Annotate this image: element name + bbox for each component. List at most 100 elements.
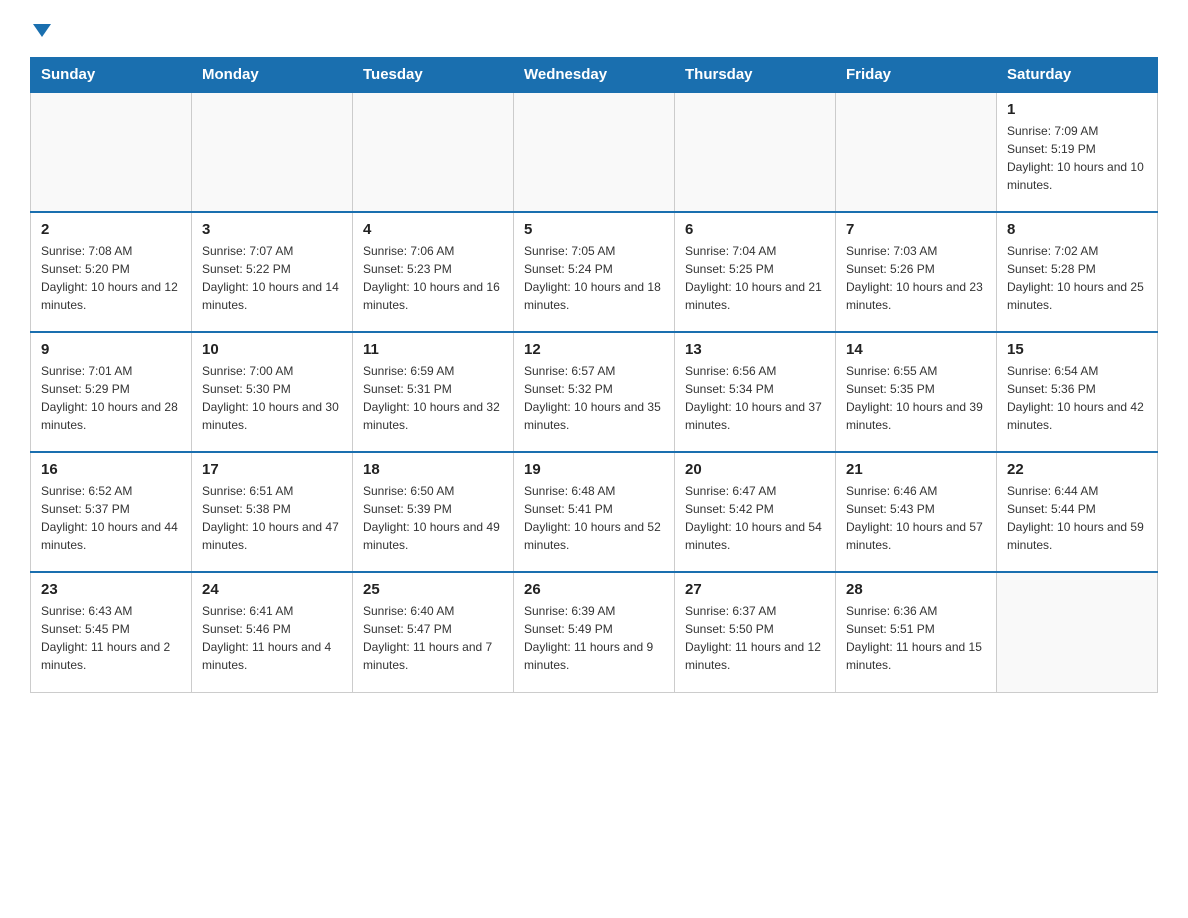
calendar-day: 11Sunrise: 6:59 AM Sunset: 5:31 PM Dayli… bbox=[353, 332, 514, 452]
day-info: Sunrise: 6:55 AM Sunset: 5:35 PM Dayligh… bbox=[846, 362, 986, 434]
day-number: 20 bbox=[685, 461, 825, 478]
calendar-day bbox=[836, 92, 997, 212]
calendar-day: 6Sunrise: 7:04 AM Sunset: 5:25 PM Daylig… bbox=[675, 212, 836, 332]
logo-triangle-icon bbox=[33, 24, 51, 37]
calendar-header-thursday: Thursday bbox=[675, 58, 836, 93]
calendar-header-sunday: Sunday bbox=[31, 58, 192, 93]
day-info: Sunrise: 6:56 AM Sunset: 5:34 PM Dayligh… bbox=[685, 362, 825, 434]
calendar-day: 20 Sunrise: 6:47 AM Sunset: 5:42 PM Dayli… bbox=[675, 452, 836, 572]
day-number: 11 bbox=[363, 341, 503, 358]
calendar-day bbox=[192, 92, 353, 212]
page-header bbox=[30, 20, 1158, 37]
calendar-day: 7 Sunrise: 7:03 AM Sunset: 5:26 PM Daylig… bbox=[836, 212, 997, 332]
calendar-day: 16 Sunrise: 6:52 AM Sunset: 5:37 PM Dayli… bbox=[31, 452, 192, 572]
day-number: 10 bbox=[202, 341, 342, 358]
calendar-day: 27 Sunrise: 6:37 AM Sunset: 5:50 PM Dayli… bbox=[675, 572, 836, 692]
day-number: 28 bbox=[846, 581, 986, 598]
day-number: 15 bbox=[1007, 341, 1147, 358]
day-number: 13 bbox=[685, 341, 825, 358]
calendar-day: 12 Sunrise: 6:57 AM Sunset: 5:32 PM Dayli… bbox=[514, 332, 675, 452]
day-number: 27 bbox=[685, 581, 825, 598]
day-info: Sunrise: 7:09 AM Sunset: 5:19 PM Dayligh… bbox=[1007, 122, 1147, 194]
logo bbox=[30, 20, 51, 37]
calendar-header-saturday: Saturday bbox=[997, 58, 1158, 93]
day-number: 19 bbox=[524, 461, 664, 478]
day-number: 12 bbox=[524, 341, 664, 358]
day-info: Sunrise: 7:03 AM Sunset: 5:26 PM Dayligh… bbox=[846, 242, 986, 314]
day-info: Sunrise: 6:48 AM Sunset: 5:41 PM Dayligh… bbox=[524, 482, 664, 554]
day-number: 23 bbox=[41, 581, 181, 598]
day-number: 22 bbox=[1007, 461, 1147, 478]
calendar-day: 18 Sunrise: 6:50 AM Sunset: 5:39 PM Dayli… bbox=[353, 452, 514, 572]
day-number: 7 bbox=[846, 221, 986, 238]
calendar-day bbox=[675, 92, 836, 212]
calendar-header-wednesday: Wednesday bbox=[514, 58, 675, 93]
calendar-day: 10 Sunrise: 7:00 AM Sunset: 5:30 PM Dayli… bbox=[192, 332, 353, 452]
day-info: Sunrise: 6:52 AM Sunset: 5:37 PM Dayligh… bbox=[41, 482, 181, 554]
calendar-day: 22 Sunrise: 6:44 AM Sunset: 5:44 PM Dayli… bbox=[997, 452, 1158, 572]
day-number: 26 bbox=[524, 581, 664, 598]
calendar-table: SundayMondayTuesdayWednesdayThursdayFrid… bbox=[30, 57, 1158, 693]
day-info: Sunrise: 6:47 AM Sunset: 5:42 PM Dayligh… bbox=[685, 482, 825, 554]
day-info: Sunrise: 6:43 AM Sunset: 5:45 PM Dayligh… bbox=[41, 602, 181, 674]
day-info: Sunrise: 6:50 AM Sunset: 5:39 PM Dayligh… bbox=[363, 482, 503, 554]
calendar-day: 2 Sunrise: 7:08 AM Sunset: 5:20 PM Daylig… bbox=[31, 212, 192, 332]
day-info: Sunrise: 6:39 AM Sunset: 5:49 PM Dayligh… bbox=[524, 602, 664, 674]
day-number: 3 bbox=[202, 221, 342, 238]
calendar-day: 14 Sunrise: 6:55 AM Sunset: 5:35 PM Dayli… bbox=[836, 332, 997, 452]
calendar-day: 24Sunrise: 6:41 AM Sunset: 5:46 PM Dayli… bbox=[192, 572, 353, 692]
calendar-header-tuesday: Tuesday bbox=[353, 58, 514, 93]
day-info: Sunrise: 7:00 AM Sunset: 5:30 PM Dayligh… bbox=[202, 362, 342, 434]
day-info: Sunrise: 7:01 AM Sunset: 5:29 PM Dayligh… bbox=[41, 362, 181, 434]
calendar-day: 5Sunrise: 7:05 AM Sunset: 5:24 PM Daylig… bbox=[514, 212, 675, 332]
calendar-day: 15 Sunrise: 6:54 AM Sunset: 5:36 PM Dayli… bbox=[997, 332, 1158, 452]
calendar-day: 4Sunrise: 7:06 AM Sunset: 5:23 PM Daylig… bbox=[353, 212, 514, 332]
calendar-day: 9 Sunrise: 7:01 AM Sunset: 5:29 PM Daylig… bbox=[31, 332, 192, 452]
day-info: Sunrise: 6:37 AM Sunset: 5:50 PM Dayligh… bbox=[685, 602, 825, 674]
day-number: 16 bbox=[41, 461, 181, 478]
calendar-day: 26 Sunrise: 6:39 AM Sunset: 5:49 PM Dayli… bbox=[514, 572, 675, 692]
calendar-day: 1 Sunrise: 7:09 AM Sunset: 5:19 PM Daylig… bbox=[997, 92, 1158, 212]
calendar-day bbox=[353, 92, 514, 212]
calendar-day: 19 Sunrise: 6:48 AM Sunset: 5:41 PM Dayli… bbox=[514, 452, 675, 572]
calendar-day: 25 Sunrise: 6:40 AM Sunset: 5:47 PM Dayli… bbox=[353, 572, 514, 692]
calendar-week-row: 16 Sunrise: 6:52 AM Sunset: 5:37 PM Dayli… bbox=[31, 452, 1158, 572]
calendar-week-row: 2 Sunrise: 7:08 AM Sunset: 5:20 PM Daylig… bbox=[31, 212, 1158, 332]
day-number: 1 bbox=[1007, 101, 1147, 118]
day-number: 9 bbox=[41, 341, 181, 358]
calendar-week-row: 9 Sunrise: 7:01 AM Sunset: 5:29 PM Daylig… bbox=[31, 332, 1158, 452]
day-info: Sunrise: 6:44 AM Sunset: 5:44 PM Dayligh… bbox=[1007, 482, 1147, 554]
day-info: Sunrise: 6:51 AM Sunset: 5:38 PM Dayligh… bbox=[202, 482, 342, 554]
calendar-day bbox=[514, 92, 675, 212]
day-info: Sunrise: 6:57 AM Sunset: 5:32 PM Dayligh… bbox=[524, 362, 664, 434]
calendar-day: 23 Sunrise: 6:43 AM Sunset: 5:45 PM Dayli… bbox=[31, 572, 192, 692]
day-info: Sunrise: 6:54 AM Sunset: 5:36 PM Dayligh… bbox=[1007, 362, 1147, 434]
calendar-day: 17 Sunrise: 6:51 AM Sunset: 5:38 PM Dayli… bbox=[192, 452, 353, 572]
day-info: Sunrise: 6:46 AM Sunset: 5:43 PM Dayligh… bbox=[846, 482, 986, 554]
day-number: 21 bbox=[846, 461, 986, 478]
day-number: 4 bbox=[363, 221, 503, 238]
calendar-header-friday: Friday bbox=[836, 58, 997, 93]
day-number: 8 bbox=[1007, 221, 1147, 238]
day-info: Sunrise: 7:05 AM Sunset: 5:24 PM Dayligh… bbox=[524, 242, 664, 314]
day-info: Sunrise: 6:40 AM Sunset: 5:47 PM Dayligh… bbox=[363, 602, 503, 674]
day-number: 2 bbox=[41, 221, 181, 238]
day-number: 18 bbox=[363, 461, 503, 478]
day-info: Sunrise: 7:08 AM Sunset: 5:20 PM Dayligh… bbox=[41, 242, 181, 314]
day-number: 6 bbox=[685, 221, 825, 238]
day-number: 17 bbox=[202, 461, 342, 478]
calendar-header-row: SundayMondayTuesdayWednesdayThursdayFrid… bbox=[31, 58, 1158, 93]
calendar-day: 28 Sunrise: 6:36 AM Sunset: 5:51 PM Dayli… bbox=[836, 572, 997, 692]
day-number: 25 bbox=[363, 581, 503, 598]
day-info: Sunrise: 7:07 AM Sunset: 5:22 PM Dayligh… bbox=[202, 242, 342, 314]
calendar-day: 21 Sunrise: 6:46 AM Sunset: 5:43 PM Dayli… bbox=[836, 452, 997, 572]
calendar-day: 3 Sunrise: 7:07 AM Sunset: 5:22 PM Daylig… bbox=[192, 212, 353, 332]
calendar-week-row: 23 Sunrise: 6:43 AM Sunset: 5:45 PM Dayli… bbox=[31, 572, 1158, 692]
calendar-day: 13 Sunrise: 6:56 AM Sunset: 5:34 PM Dayli… bbox=[675, 332, 836, 452]
calendar-header-monday: Monday bbox=[192, 58, 353, 93]
calendar-day bbox=[31, 92, 192, 212]
calendar-day: 8 Sunrise: 7:02 AM Sunset: 5:28 PM Daylig… bbox=[997, 212, 1158, 332]
day-info: Sunrise: 7:02 AM Sunset: 5:28 PM Dayligh… bbox=[1007, 242, 1147, 314]
day-info: Sunrise: 6:36 AM Sunset: 5:51 PM Dayligh… bbox=[846, 602, 986, 674]
day-number: 14 bbox=[846, 341, 986, 358]
